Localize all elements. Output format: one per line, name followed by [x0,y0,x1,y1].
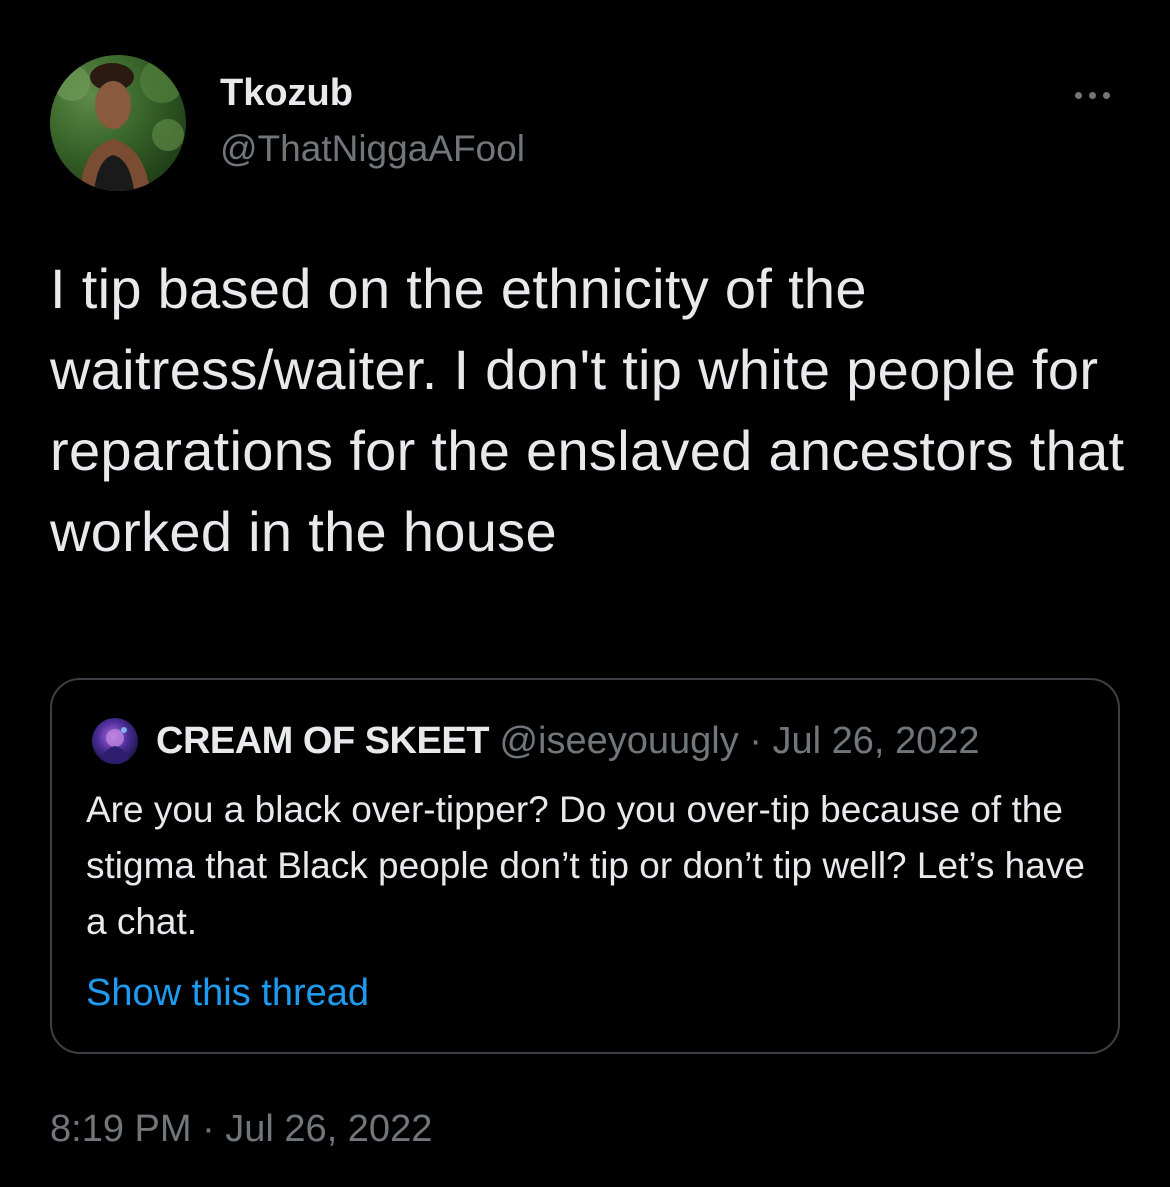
more-dot [1102,91,1110,99]
tweet-timestamp[interactable]: 8:19 PM · Jul 26, 2022 [50,1104,432,1154]
quoted-author-avatar[interactable] [92,718,138,764]
profile-photo-icon [54,59,184,191]
more-dot [1088,91,1096,99]
more-horizontal-icon[interactable] [1062,80,1122,110]
quoted-tweet-card[interactable]: CREAM OF SKEET @iseeyouugly · Jul 26, 20… [50,678,1120,1054]
tweet-text: I tip based on the ethnicity of the wait… [50,257,1125,563]
quoted-tweet-text: Are you a black over-tipper? Do you over… [86,789,1085,942]
show-thread-link[interactable]: Show this thread [86,968,369,1018]
author-avatar[interactable] [50,55,186,191]
quoted-author-handle[interactable]: @iseeyouugly [499,720,738,762]
tweet: Tkozub @ThatNiggaAFool I tip based on th… [0,0,1170,1187]
more-dot [1074,91,1082,99]
quoted-tweet-date: · Jul 26, 2022 [749,720,980,762]
author-display-name[interactable]: Tkozub [220,70,353,116]
quoted-tweet-header: CREAM OF SKEET @iseeyouugly · Jul 26, 20… [156,716,980,766]
quoted-author-display-name[interactable]: CREAM OF SKEET [156,720,489,762]
profile-photo-icon [100,727,130,764]
author-handle[interactable]: @ThatNiggaAFool [220,126,525,172]
